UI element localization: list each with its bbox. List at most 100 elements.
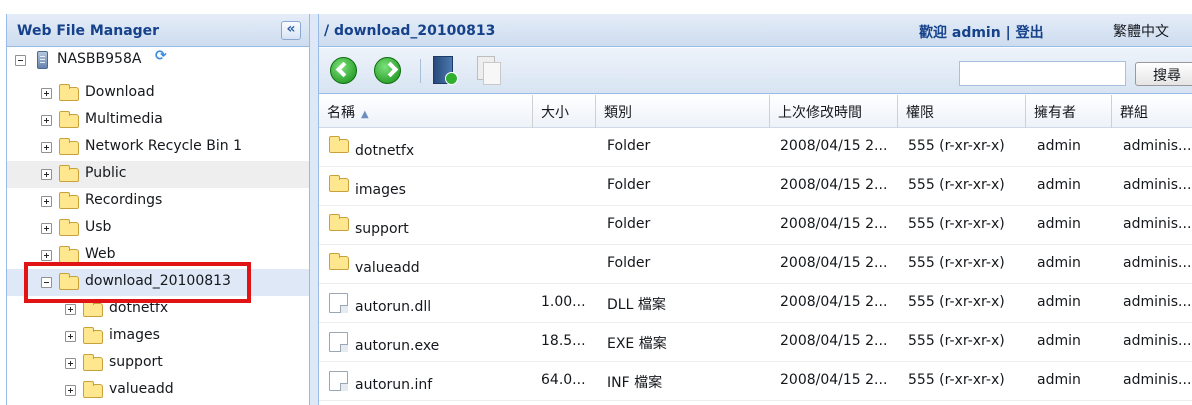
folder-icon — [83, 354, 103, 371]
file-modified: 2008/04/15 2... — [780, 138, 888, 154]
expand-node-icon[interactable] — [65, 358, 76, 369]
tree-node-label: Web — [85, 246, 116, 262]
file-group: adminis... — [1123, 177, 1192, 193]
upload-icon[interactable] — [433, 56, 458, 85]
tree-node-public[interactable]: Public — [7, 161, 309, 188]
file-group: adminis... — [1123, 333, 1192, 349]
copy-icon[interactable] — [477, 56, 501, 85]
expand-node-icon[interactable] — [41, 223, 52, 234]
folder-icon — [329, 175, 349, 192]
column-header-size[interactable]: 大小 — [533, 95, 596, 128]
file-grid: 名稱 ▲ 大小 類別 上次修改時間 權限 擁有者 群組 dotnetfx Fold… — [319, 95, 1192, 401]
collapse-node-icon[interactable] — [15, 55, 26, 66]
column-header-owner[interactable]: 擁有者 — [1026, 95, 1112, 128]
tree-node-label: Download — [85, 84, 155, 100]
file-row[interactable]: support Folder 2008/04/15 2... 555 (r-xr… — [319, 206, 1192, 245]
tree-node-download[interactable]: Download — [7, 80, 309, 107]
tree-node-images[interactable]: images — [7, 323, 309, 350]
file-owner: admin — [1037, 333, 1081, 349]
expand-node-icon[interactable] — [65, 385, 76, 396]
file-type: DLL 檔案 — [607, 297, 666, 313]
tree-node-multimedia[interactable]: Multimedia — [7, 107, 309, 134]
column-header-name[interactable]: 名稱 ▲ — [319, 95, 533, 128]
file-icon — [329, 293, 348, 313]
expand-node-icon[interactable] — [41, 115, 52, 126]
file-permission: 555 (r-xr-xr-x) — [908, 255, 1005, 271]
file-owner: admin — [1037, 138, 1081, 154]
folder-tree-panel: Web File Manager « NASBB958A ⟳ Download … — [6, 14, 310, 405]
file-group: adminis... — [1123, 138, 1192, 154]
file-modified: 2008/04/15 2... — [780, 177, 888, 193]
folder-icon — [83, 300, 103, 317]
file-name: autorun.dll — [355, 299, 432, 315]
file-permission: 555 (r-xr-xr-x) — [908, 333, 1005, 349]
panel-splitter[interactable] — [310, 14, 319, 405]
tree-node-label: Public — [85, 165, 127, 181]
tree-node-download-20100813[interactable]: download_20100813 — [7, 269, 309, 296]
file-modified: 2008/04/15 2... — [780, 372, 888, 388]
column-header-modified[interactable]: 上次修改時間 — [770, 95, 898, 128]
folder-icon — [83, 327, 103, 344]
expand-node-icon[interactable] — [65, 304, 76, 315]
tree-node-dotnetfx[interactable]: dotnetfx — [7, 296, 309, 323]
collapse-node-icon[interactable] — [41, 277, 52, 288]
file-row[interactable]: autorun.exe 18.5... EXE 檔案 2008/04/15 2.… — [319, 323, 1192, 362]
grid-header: 名稱 ▲ 大小 類別 上次修改時間 權限 擁有者 群組 — [319, 95, 1192, 128]
folder-icon — [329, 214, 349, 231]
column-header-type[interactable]: 類別 — [596, 95, 770, 128]
logout-link[interactable]: 登出 — [1016, 25, 1044, 41]
tree-node-usb[interactable]: Usb — [7, 215, 309, 242]
folder-icon — [59, 84, 79, 101]
file-permission: 555 (r-xr-xr-x) — [908, 216, 1005, 232]
forward-icon[interactable] — [374, 57, 401, 84]
column-label: 群組 — [1120, 105, 1148, 121]
refresh-icon[interactable]: ⟳ — [155, 48, 167, 64]
file-row[interactable]: autorun.inf 64.0... INF 檔案 2008/04/15 2.… — [319, 362, 1192, 401]
folder-icon — [59, 138, 79, 155]
language-selector[interactable]: 繁體中文 — [1113, 21, 1169, 41]
tree-node-label: Multimedia — [85, 111, 163, 127]
search-button[interactable]: 搜尋 — [1135, 62, 1192, 86]
file-permission: 555 (r-xr-xr-x) — [908, 294, 1005, 310]
back-icon[interactable] — [330, 57, 357, 84]
file-row[interactable]: valueadd Folder 2008/04/15 2... 555 (r-x… — [319, 245, 1192, 284]
file-list-panel: / download_20100813 歡迎 admin | 登出 繁體中文 搜… — [319, 14, 1192, 405]
expand-node-icon[interactable] — [41, 142, 52, 153]
tree-node-nas[interactable]: NASBB958A ⟳ — [7, 47, 309, 74]
welcome-text: 歡迎 admin — [919, 25, 1001, 41]
tree-node-valueadd[interactable]: valueadd — [7, 377, 309, 404]
search-input[interactable] — [959, 61, 1126, 86]
file-type: Folder — [607, 138, 651, 154]
file-row[interactable]: autorun.dll 1.00... DLL 檔案 2008/04/15 2.… — [319, 284, 1192, 323]
file-type: Folder — [607, 255, 651, 271]
file-row[interactable]: dotnetfx Folder 2008/04/15 2... 555 (r-x… — [319, 128, 1192, 167]
file-type: Folder — [607, 216, 651, 232]
file-modified: 2008/04/15 2... — [780, 294, 888, 310]
tree-node-web[interactable]: Web — [7, 242, 309, 269]
file-name: valueadd — [355, 260, 420, 276]
column-header-group[interactable]: 群組 — [1112, 95, 1192, 128]
file-row[interactable]: images Folder 2008/04/15 2... 555 (r-xr-… — [319, 167, 1192, 206]
file-permission: 555 (r-xr-xr-x) — [908, 372, 1005, 388]
tree-node-recordings[interactable]: Recordings — [7, 188, 309, 215]
separator: | — [1005, 25, 1011, 41]
file-permission: 555 (r-xr-xr-x) — [908, 177, 1005, 193]
app-title: Web File Manager — [17, 23, 160, 39]
welcome-bar: 歡迎 admin | 登出 — [919, 22, 1044, 42]
file-type: INF 檔案 — [607, 375, 663, 391]
folder-icon — [59, 219, 79, 236]
expand-node-icon[interactable] — [41, 169, 52, 180]
file-size: 18.5... — [541, 333, 586, 349]
tree-node-support[interactable]: support — [7, 350, 309, 377]
tree-node-label: dotnetfx — [109, 300, 169, 316]
column-header-permission[interactable]: 權限 — [898, 95, 1026, 128]
expand-node-icon[interactable] — [41, 88, 52, 99]
expand-node-icon[interactable] — [65, 331, 76, 342]
expand-node-icon[interactable] — [41, 196, 52, 207]
toolbar-divider — [420, 59, 421, 83]
expand-node-icon[interactable] — [41, 250, 52, 261]
folder-icon — [59, 192, 79, 209]
tree-node-network-recycle-bin[interactable]: Network Recycle Bin 1 — [7, 134, 309, 161]
file-type: Folder — [607, 177, 651, 193]
collapse-panel-button[interactable]: « — [281, 21, 301, 40]
